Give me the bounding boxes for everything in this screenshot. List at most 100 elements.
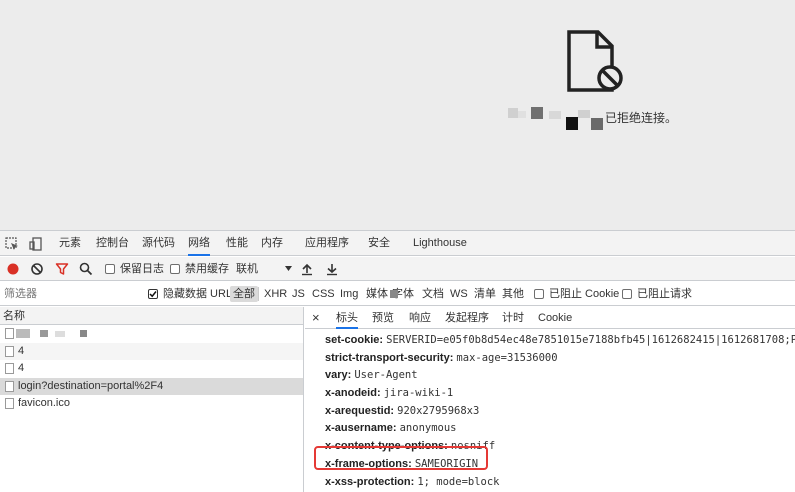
redacted-pixel	[390, 290, 398, 298]
header-key: x-xss-protection:	[325, 475, 415, 488]
tab-elements[interactable]: 元素	[59, 231, 81, 256]
close-icon[interactable]: ×	[312, 307, 320, 329]
header-value: SERVERID=e05f0b8d54ec48e7851015e7188bfb4…	[386, 334, 795, 346]
divider	[258, 287, 259, 301]
filter-input[interactable]	[0, 284, 138, 303]
request-name: 4	[18, 344, 25, 357]
clear-icon[interactable]	[30, 262, 44, 276]
header-line: x-xss-protection: 1; mode=block	[325, 474, 795, 492]
record-icon[interactable]	[6, 262, 20, 276]
list-item[interactable]	[0, 325, 303, 343]
filter-type-other[interactable]: 其他	[502, 282, 524, 306]
list-item[interactable]: login?destination=portal%2F4	[0, 377, 303, 395]
chevron-down-icon[interactable]	[284, 264, 293, 273]
redacted-pixel	[16, 329, 30, 338]
header-key: x-ausername:	[325, 422, 397, 435]
page-viewport: 已拒绝连接。	[0, 0, 795, 230]
redacted-pixel	[578, 110, 590, 118]
file-icon	[5, 380, 14, 392]
tab-headers[interactable]: 标头	[336, 307, 358, 329]
header-line: set-cookie: SERVERID=e05f0b8d54ec48e7851…	[325, 332, 795, 350]
header-value: 920x2795968x3	[397, 404, 480, 417]
filter-type-js[interactable]: JS	[292, 282, 305, 306]
tab-memory[interactable]: 内存	[261, 231, 283, 256]
blocked-cookies-checkbox[interactable]	[534, 289, 544, 299]
import-har-icon[interactable]	[300, 262, 314, 276]
filter-type-img[interactable]: Img	[340, 282, 358, 306]
redacted-pixel	[531, 107, 543, 119]
redacted-pixel	[566, 117, 578, 130]
list-item[interactable]: 4	[0, 360, 303, 378]
filter-icon[interactable]	[55, 262, 69, 276]
request-name: 4	[18, 362, 25, 374]
header-key: x-anodeid:	[325, 387, 381, 400]
filter-type-manifest[interactable]: 清单	[474, 282, 496, 306]
header-line: x-ausername: anonymous	[325, 420, 795, 438]
redacted-pixel	[40, 330, 48, 337]
file-icon	[5, 345, 14, 357]
search-icon[interactable]	[79, 262, 93, 276]
disable-cache-checkbox[interactable]	[170, 264, 180, 274]
header-value: User-Agent	[354, 369, 418, 382]
filter-type-css[interactable]: CSS	[312, 282, 335, 306]
hide-data-urls-label: 隐藏数据 URL	[163, 288, 233, 300]
list-item[interactable]: 4	[0, 342, 303, 360]
tab-lighthouse[interactable]: Lighthouse	[413, 231, 467, 256]
annotation-highlight-box	[314, 446, 488, 470]
request-name: favicon.ico	[18, 397, 70, 409]
devtools-tabbar: 元素 控制台 源代码 网络 性能 内存 应用程序 安全 Lighthouse	[0, 231, 795, 256]
tab-initiator[interactable]: 发起程序	[445, 307, 489, 329]
connection-refused-message: 已拒绝连接。	[605, 111, 678, 125]
header-key: set-cookie:	[325, 334, 384, 346]
redacted-pixel	[591, 118, 603, 130]
throttling-select[interactable]: 联机	[236, 257, 258, 281]
header-key: x-arequestid:	[325, 404, 395, 417]
redacted-pixel	[518, 111, 526, 118]
tab-security[interactable]: 安全	[368, 231, 390, 256]
blocked-requests-label: 已阻止请求	[637, 288, 692, 300]
tab-console[interactable]: 控制台	[96, 231, 129, 256]
inspect-element-icon[interactable]	[5, 237, 19, 251]
tab-network[interactable]: 网络	[188, 231, 210, 256]
filter-type-doc[interactable]: 文档	[422, 282, 444, 306]
redacted-pixel	[508, 108, 518, 118]
file-icon	[5, 328, 14, 339]
filter-type-xhr[interactable]: XHR	[264, 282, 287, 306]
filter-type-media[interactable]: 媒体	[366, 282, 388, 306]
tab-performance[interactable]: 性能	[226, 231, 248, 256]
header-value: 1; mode=block	[417, 475, 500, 488]
checkmark-icon	[149, 291, 157, 298]
redacted-pixel	[549, 111, 561, 119]
header-line: vary: User-Agent	[325, 367, 795, 385]
export-har-icon[interactable]	[325, 262, 339, 276]
network-toolbar: 保留日志 禁用缓存 联机	[0, 257, 795, 281]
blocked-document-icon	[567, 30, 623, 92]
name-column-header[interactable]: 名称	[0, 307, 303, 325]
preserve-log-label: 保留日志	[120, 263, 164, 275]
disable-cache-label: 禁用缓存	[185, 263, 229, 275]
header-value: max-age=31536000	[456, 351, 558, 364]
header-key: strict-transport-security:	[325, 351, 454, 364]
preserve-log-checkbox[interactable]	[105, 264, 115, 274]
file-icon	[5, 363, 14, 374]
filter-bar: 隐藏数据 URL 全部 XHR JS CSS Img 媒体 字体 文档 WS 清…	[0, 282, 795, 306]
hide-data-urls-checkbox[interactable]	[148, 289, 158, 299]
tab-cookies[interactable]: Cookie	[538, 307, 572, 329]
file-icon	[5, 398, 14, 409]
header-key: vary:	[325, 369, 352, 382]
device-toolbar-icon[interactable]	[29, 237, 43, 251]
tab-preview[interactable]: 预览	[372, 307, 394, 329]
request-name: login?destination=portal%2F4	[18, 379, 164, 392]
detail-tabbar: × 标头 预览 响应 发起程序 计时 Cookie	[305, 307, 795, 329]
list-item[interactable]: favicon.ico	[0, 395, 303, 413]
tab-sources[interactable]: 源代码	[142, 231, 175, 256]
request-list: 名称 4 4 login?destination=portal%2F4 favi…	[0, 307, 304, 492]
tab-timing[interactable]: 计时	[502, 307, 524, 329]
tab-response[interactable]: 响应	[409, 307, 431, 329]
header-line: x-arequestid: 920x2795968x3	[325, 403, 795, 421]
header-value: jira-wiki-1	[383, 387, 454, 400]
blocked-requests-checkbox[interactable]	[622, 289, 632, 299]
tab-application[interactable]: 应用程序	[305, 231, 349, 256]
filter-type-ws[interactable]: WS	[450, 282, 468, 306]
filter-type-all[interactable]: 全部	[230, 286, 258, 302]
